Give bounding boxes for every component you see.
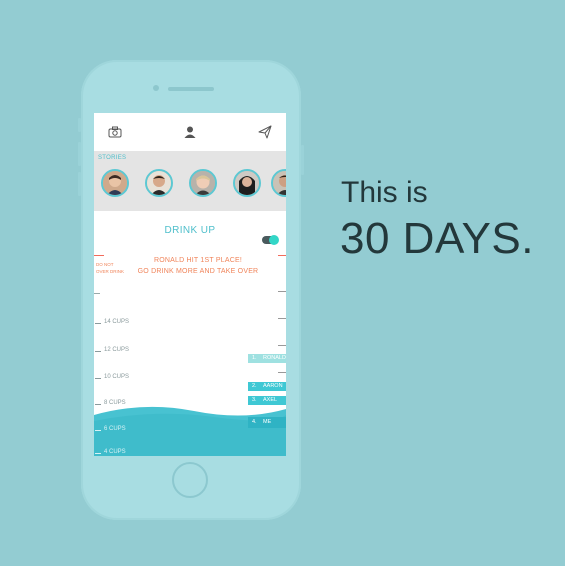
max-line-right <box>278 255 286 256</box>
story-avatar[interactable] <box>189 169 217 197</box>
scale-tick <box>278 318 286 319</box>
send-icon[interactable] <box>258 125 274 141</box>
cup-tick <box>95 378 101 379</box>
rank-name: AARON <box>263 383 283 389</box>
headline-line1: This is <box>341 176 428 209</box>
toggle-knob <box>269 235 279 245</box>
power-button <box>301 145 304 175</box>
top-navigation-bar <box>94 113 286 151</box>
earpiece-speaker <box>168 87 214 91</box>
rank-number: 2. <box>252 383 257 389</box>
rank-name: RONALD <box>263 355 286 361</box>
cup-label: 12 CUPS <box>104 347 130 353</box>
leader-message-line2: GO DRINK MORE AND TAKE OVER <box>137 268 259 275</box>
reminder-toggle[interactable] <box>262 235 279 245</box>
leaderboard-entry[interactable]: 1. RONALD <box>248 354 286 363</box>
scale-tick <box>278 345 286 346</box>
stories-label: STORIES <box>98 155 127 161</box>
story-avatar[interactable] <box>233 169 261 197</box>
cup-tick <box>95 453 101 454</box>
story-avatar[interactable] <box>145 169 173 197</box>
mute-switch <box>78 118 81 132</box>
cup-label: 6 CUPS <box>104 426 126 432</box>
scale-tick <box>94 293 100 294</box>
cup-label: 14 CUPS <box>104 319 130 325</box>
story-avatar[interactable] <box>271 169 286 197</box>
cup-label: 10 CUPS <box>104 374 130 380</box>
story-avatar[interactable] <box>101 169 129 197</box>
front-camera <box>153 85 159 91</box>
cup-tick <box>95 430 101 431</box>
app-screen: STORIES DRINK UP DO NOT OVER DRINK RONAL… <box>94 113 286 456</box>
rank-number: 1. <box>252 355 257 361</box>
scale-tick <box>278 372 286 373</box>
camera-icon[interactable] <box>108 125 124 141</box>
stories-strip: STORIES <box>94 151 286 211</box>
leaderboard-entry[interactable]: 2. AARON <box>248 382 286 391</box>
leader-message-line1: RONALD HIT 1ST PLACE! <box>154 257 242 264</box>
home-button[interactable] <box>172 462 208 498</box>
over-drink-warning: DO NOT OVER DRINK <box>96 262 125 274</box>
leaderboard-entry-me[interactable]: 4. ME <box>248 417 286 428</box>
profile-icon[interactable] <box>183 125 199 141</box>
volume-up-button <box>78 142 81 166</box>
cup-tick <box>95 323 101 324</box>
scale-tick <box>278 291 286 292</box>
max-line-left <box>94 255 104 256</box>
rank-number: 4. <box>252 419 257 425</box>
cup-label: 4 CUPS <box>104 449 126 455</box>
headline-line2: 30 DAYS. <box>340 214 534 263</box>
page-title: DRINK UP <box>164 225 216 236</box>
cup-tick <box>95 351 101 352</box>
volume-down-button <box>78 172 81 196</box>
rank-name: ME <box>263 419 272 425</box>
